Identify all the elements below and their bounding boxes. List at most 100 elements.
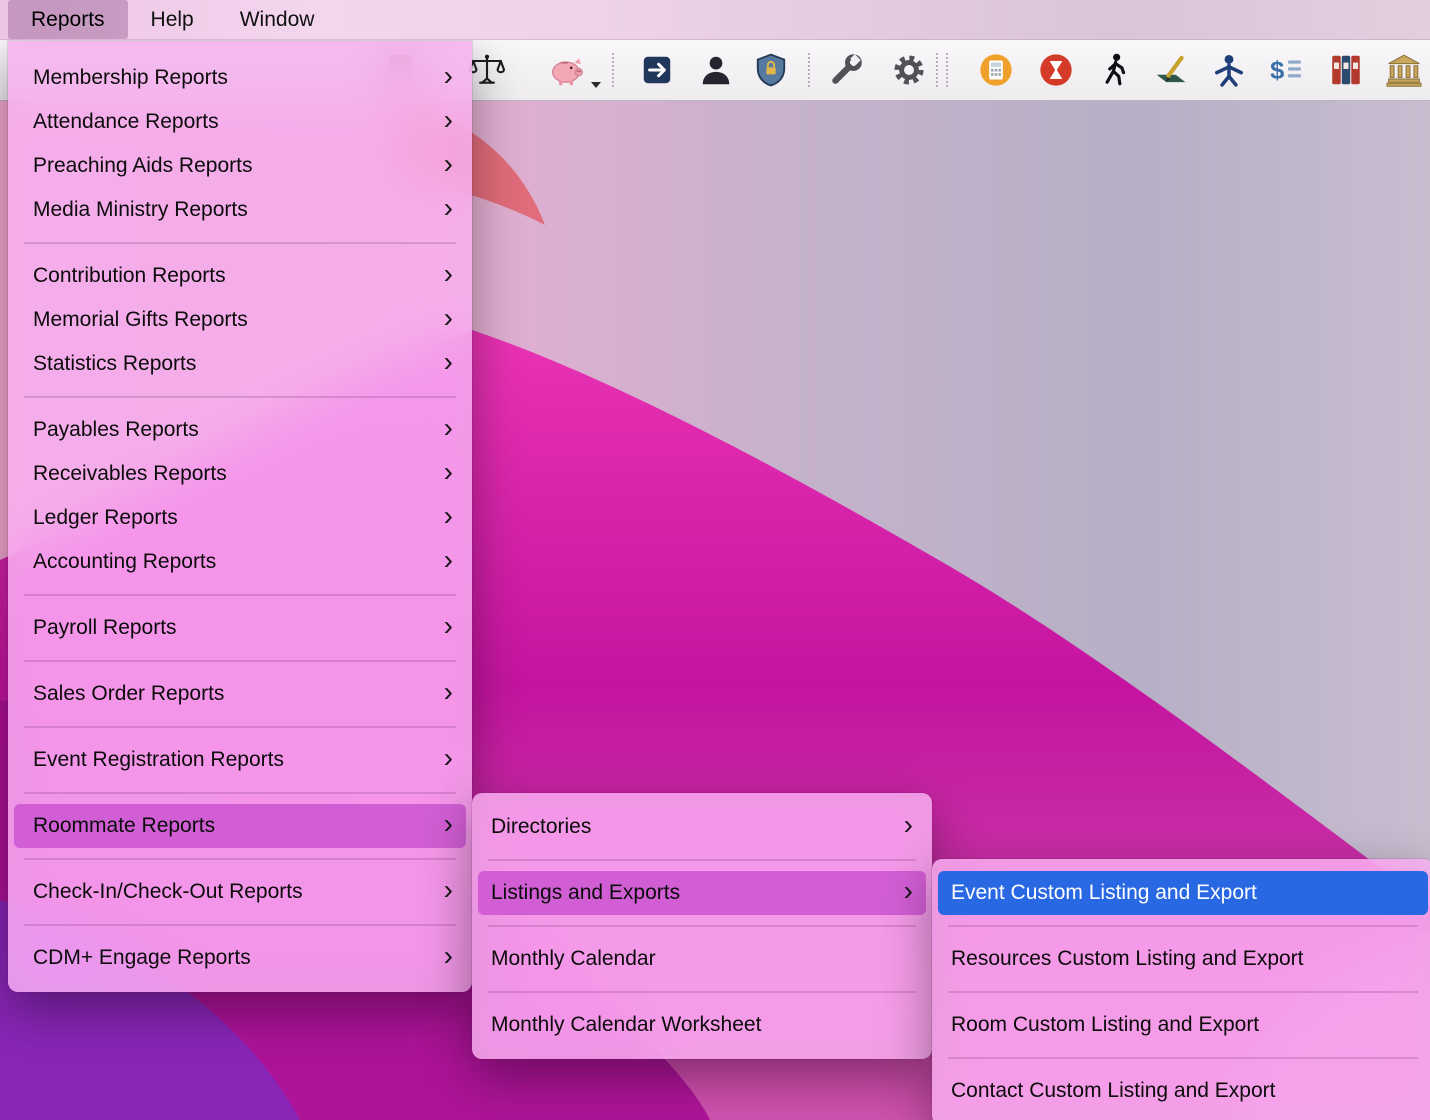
- member-person-icon[interactable]: [1211, 52, 1247, 88]
- wrench-icon[interactable]: [828, 52, 864, 88]
- menu-item-label: Media Ministry Reports: [33, 198, 248, 222]
- menu-item-label: Monthly Calendar: [491, 947, 656, 971]
- menu-item-label: Roommate Reports: [33, 814, 215, 838]
- menu-item-check-in-check-out-reports[interactable]: Check-In/Check-Out Reports ›: [14, 870, 466, 914]
- menu-item-label: Check-In/Check-Out Reports: [33, 880, 303, 904]
- roommate-reports-submenu: Directories › Listings and Exports › Mon…: [472, 793, 932, 1059]
- chevron-right-icon: ›: [444, 546, 453, 574]
- menu-item-roommate-reports[interactable]: Roommate Reports ›: [14, 804, 466, 848]
- menu-item-label: Sales Order Reports: [33, 682, 224, 706]
- menu-item-accounting-reports[interactable]: Accounting Reports ›: [14, 540, 466, 584]
- menu-separator: [24, 396, 456, 398]
- menu-item-label: Listings and Exports: [491, 881, 680, 905]
- menu-separator: [24, 924, 456, 926]
- menu-item-listings-and-exports[interactable]: Listings and Exports ›: [478, 871, 926, 915]
- chevron-right-icon: ›: [444, 150, 453, 178]
- menu-item-label: Preaching Aids Reports: [33, 154, 252, 178]
- dollar-report-icon[interactable]: $: [1268, 52, 1304, 88]
- toolbar-separator: [936, 53, 938, 87]
- menu-item-label: Statistics Reports: [33, 352, 196, 376]
- piggy-dropdown-caret-icon[interactable]: [591, 82, 601, 88]
- menu-item-media-ministry-reports[interactable]: Media Ministry Reports ›: [14, 188, 466, 232]
- menu-item-resources-custom-listing-and-export[interactable]: Resources Custom Listing and Export: [938, 937, 1428, 981]
- menu-item-monthly-calendar-worksheet[interactable]: Monthly Calendar Worksheet: [478, 1003, 926, 1047]
- chevron-right-icon: ›: [444, 260, 453, 288]
- menu-separator: [24, 726, 456, 728]
- chevron-right-icon: ›: [444, 194, 453, 222]
- exit-door-icon[interactable]: [639, 52, 675, 88]
- menu-item-room-custom-listing-and-export[interactable]: Room Custom Listing and Export: [938, 1003, 1428, 1047]
- toolbar-separator: [612, 53, 614, 87]
- bank-icon[interactable]: [1386, 52, 1422, 88]
- listings-and-exports-submenu: Event Custom Listing and Export Resource…: [932, 859, 1430, 1120]
- menu-separator: [24, 242, 456, 244]
- menu-item-label: Memorial Gifts Reports: [33, 308, 248, 332]
- chevron-right-icon: ›: [444, 876, 453, 904]
- menu-item-receivables-reports[interactable]: Receivables Reports ›: [14, 452, 466, 496]
- menu-item-memorial-gifts-reports[interactable]: Memorial Gifts Reports ›: [14, 298, 466, 342]
- toolbar-separator: [946, 53, 948, 87]
- menu-item-label: Resources Custom Listing and Export: [951, 947, 1304, 971]
- chevron-right-icon: ›: [444, 612, 453, 640]
- menu-item-statistics-reports[interactable]: Statistics Reports ›: [14, 342, 466, 386]
- menu-item-label: Receivables Reports: [33, 462, 227, 486]
- chevron-right-icon: ›: [904, 877, 913, 905]
- menu-item-label: Attendance Reports: [33, 110, 219, 134]
- menu-item-event-custom-listing-and-export[interactable]: Event Custom Listing and Export: [938, 871, 1428, 915]
- chevron-right-icon: ›: [444, 942, 453, 970]
- chevron-right-icon: ›: [444, 810, 453, 838]
- menu-item-contribution-reports[interactable]: Contribution Reports ›: [14, 254, 466, 298]
- piggy-bank-icon[interactable]: [549, 52, 585, 88]
- chevron-right-icon: ›: [444, 62, 453, 90]
- menu-bar: Reports Help Window: [0, 0, 1430, 40]
- menu-separator: [488, 859, 916, 861]
- menu-separator: [24, 792, 456, 794]
- menu-item-ledger-reports[interactable]: Ledger Reports ›: [14, 496, 466, 540]
- menu-item-label: Directories: [491, 815, 591, 839]
- menu-item-preaching-aids-reports[interactable]: Preaching Aids Reports ›: [14, 144, 466, 188]
- reports-menu: Membership Reports › Attendance Reports …: [8, 41, 472, 992]
- chevron-right-icon: ›: [444, 304, 453, 332]
- menu-item-directories[interactable]: Directories ›: [478, 805, 926, 849]
- menu-item-label: Payroll Reports: [33, 616, 177, 640]
- calculator-icon[interactable]: [978, 52, 1014, 88]
- menu-item-label: Ledger Reports: [33, 506, 178, 530]
- menu-item-attendance-reports[interactable]: Attendance Reports ›: [14, 100, 466, 144]
- menu-separator: [24, 660, 456, 662]
- menu-item-membership-reports[interactable]: Membership Reports ›: [14, 56, 466, 100]
- dollar-glyph: $: [1270, 56, 1284, 84]
- menu-item-payroll-reports[interactable]: Payroll Reports ›: [14, 606, 466, 650]
- menu-item-payables-reports[interactable]: Payables Reports ›: [14, 408, 466, 452]
- menubar-item-help[interactable]: Help: [128, 0, 217, 39]
- security-shield-icon[interactable]: [753, 52, 789, 88]
- menu-item-label: Contact Custom Listing and Export: [951, 1079, 1276, 1103]
- balance-scale-icon[interactable]: [469, 52, 505, 88]
- menu-item-contact-custom-listing-and-export[interactable]: Contact Custom Listing and Export: [938, 1069, 1428, 1113]
- toolbar-separator: [808, 53, 810, 87]
- chevron-right-icon: ›: [444, 678, 453, 706]
- user-icon[interactable]: [698, 52, 734, 88]
- menu-separator: [24, 594, 456, 596]
- menu-item-label: Room Custom Listing and Export: [951, 1013, 1259, 1037]
- menu-item-label: Event Custom Listing and Export: [951, 881, 1257, 905]
- menu-separator: [948, 991, 1418, 993]
- menu-item-event-registration-reports[interactable]: Event Registration Reports ›: [14, 738, 466, 782]
- chevron-right-icon: ›: [444, 744, 453, 772]
- timer-icon[interactable]: [1038, 52, 1074, 88]
- gear-icon[interactable]: [891, 52, 927, 88]
- menubar-item-window[interactable]: Window: [217, 0, 338, 39]
- chevron-right-icon: ›: [444, 414, 453, 442]
- menu-item-sales-order-reports[interactable]: Sales Order Reports ›: [14, 672, 466, 716]
- menu-item-cdm-engage-reports[interactable]: CDM+ Engage Reports ›: [14, 936, 466, 980]
- menu-item-label: Event Registration Reports: [33, 748, 284, 772]
- menu-separator: [24, 858, 456, 860]
- walking-person-icon[interactable]: [1096, 52, 1132, 88]
- checkbook-pen-icon[interactable]: [1153, 52, 1189, 88]
- menu-separator: [948, 1057, 1418, 1059]
- menu-item-monthly-calendar[interactable]: Monthly Calendar: [478, 937, 926, 981]
- desktop: $: [0, 0, 1430, 1120]
- menu-item-label: Payables Reports: [33, 418, 199, 442]
- menubar-item-reports[interactable]: Reports: [8, 0, 128, 39]
- binders-icon[interactable]: [1328, 52, 1364, 88]
- menu-item-label: Membership Reports: [33, 66, 228, 90]
